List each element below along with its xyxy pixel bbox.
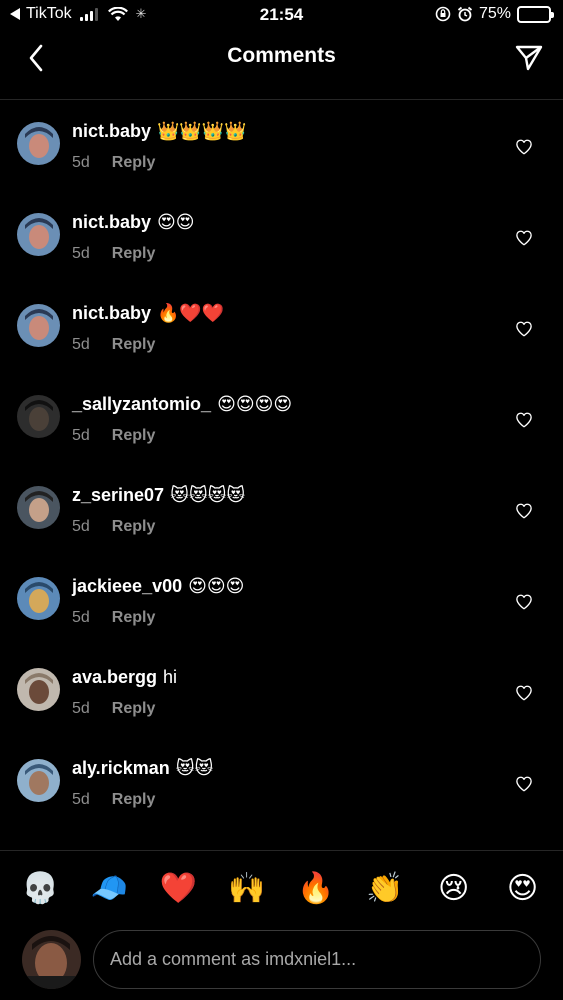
my-avatar xyxy=(22,930,81,989)
emoji-button[interactable]: 😢 xyxy=(429,864,479,914)
reply-button[interactable]: Reply xyxy=(112,609,156,627)
comment-meta: 5d Reply xyxy=(72,336,155,354)
comment-age: 5d xyxy=(72,791,90,808)
comment-row: aly.rickman 😻😻 5d Reply xyxy=(0,737,563,828)
comment-age: 5d xyxy=(72,700,90,717)
comment-line: aly.rickman 😻😻 xyxy=(72,758,213,779)
reply-button[interactable]: Reply xyxy=(112,154,156,172)
like-heart-icon[interactable] xyxy=(515,138,533,156)
comment-row: z_serine07 😻😻😻😻 5d Reply xyxy=(0,464,563,555)
comment-line: z_serine07 😻😻😻😻 xyxy=(72,485,245,506)
comment-meta: 5d Reply xyxy=(72,518,155,536)
comment-text: 😍😍😍 xyxy=(188,576,245,596)
like-heart-icon[interactable] xyxy=(515,229,533,247)
comment-text: hi xyxy=(163,667,178,687)
reply-button[interactable]: Reply xyxy=(112,700,156,718)
comment-text: 👑👑👑👑 xyxy=(157,121,247,141)
like-heart-icon[interactable] xyxy=(515,775,533,793)
page-title: Comments xyxy=(227,44,336,67)
comment-meta: 5d Reply xyxy=(72,609,155,627)
reply-button[interactable]: Reply xyxy=(112,427,156,445)
orientation-lock-icon xyxy=(435,6,451,22)
comment-line: nict.baby 🔥❤️❤️ xyxy=(72,303,224,324)
comment-username[interactable]: nict.baby xyxy=(72,212,151,233)
emoji-button[interactable]: 🔥 xyxy=(291,864,341,914)
status-right: 75% xyxy=(435,5,554,23)
reply-button[interactable]: Reply xyxy=(112,791,156,809)
comment-row: ava.bergg hi 5d Reply xyxy=(0,646,563,737)
comment-line: ava.bergg hi xyxy=(72,667,177,688)
emoji-quick-bar: 💀 🧢 ❤️ 🙌 🔥 👏 😢 😍 xyxy=(0,850,563,926)
comment-age: 5d xyxy=(72,336,90,353)
comments-list[interactable]: nict.baby 👑👑👑👑 5d Reply nict.baby 😍😍 5d … xyxy=(0,100,563,850)
comment-row: _sallyzantomio_ 😍😍😍😍 5d Reply xyxy=(0,373,563,464)
comment-meta: 5d Reply xyxy=(72,245,155,263)
comment-text: 🔥❤️❤️ xyxy=(157,303,225,323)
comment-row: jackieee_v00 😍😍😍 5d Reply xyxy=(0,555,563,646)
comment-text: 😍😍😍😍 xyxy=(217,394,293,414)
comment-username[interactable]: jackieee_v00 xyxy=(72,576,182,597)
comment-username[interactable]: nict.baby xyxy=(72,303,151,324)
comment-username[interactable]: z_serine07 xyxy=(72,485,164,506)
battery-icon xyxy=(517,5,554,23)
comment-avatar[interactable] xyxy=(17,213,60,256)
comment-avatar[interactable] xyxy=(17,577,60,620)
like-heart-icon[interactable] xyxy=(515,320,533,338)
emoji-button[interactable]: 🧢 xyxy=(84,864,134,914)
comment-avatar[interactable] xyxy=(17,759,60,802)
alarm-icon xyxy=(457,6,473,22)
paper-plane-icon xyxy=(515,45,543,71)
comment-text: 😻😻 xyxy=(175,758,214,778)
reply-button[interactable]: Reply xyxy=(112,518,156,536)
comment-line: nict.baby 😍😍 xyxy=(72,212,195,233)
like-heart-icon[interactable] xyxy=(515,411,533,429)
emoji-button[interactable]: 🙌 xyxy=(222,864,272,914)
comment-age: 5d xyxy=(72,609,90,626)
battery-percent: 75% xyxy=(478,5,511,22)
comment-line: jackieee_v00 😍😍😍 xyxy=(72,576,244,597)
comment-line: nict.baby 👑👑👑👑 xyxy=(72,121,247,142)
comment-row: nict.baby 😍😍 5d Reply xyxy=(0,191,563,282)
comment-username[interactable]: _sallyzantomio_ xyxy=(72,394,211,415)
comment-text: 😻😻😻😻 xyxy=(170,485,246,505)
comment-username[interactable]: aly.rickman xyxy=(72,758,170,779)
share-button[interactable] xyxy=(509,38,549,78)
comment-avatar[interactable] xyxy=(17,668,60,711)
comment-composer xyxy=(0,926,563,1000)
comment-text: 😍😍 xyxy=(157,212,195,232)
comment-username[interactable]: ava.bergg xyxy=(72,667,157,688)
comment-avatar[interactable] xyxy=(17,304,60,347)
emoji-button[interactable]: 😍 xyxy=(498,864,548,914)
comment-age: 5d xyxy=(72,245,90,262)
comment-row: nict.baby 👑👑👑👑 5d Reply xyxy=(0,100,563,191)
header: Comments xyxy=(0,30,563,86)
comment-row: nict.baby 🔥❤️❤️ 5d Reply xyxy=(0,282,563,373)
comment-line: _sallyzantomio_ 😍😍😍😍 xyxy=(72,394,292,415)
reply-button[interactable]: Reply xyxy=(112,336,156,354)
comment-input[interactable] xyxy=(93,930,541,989)
comment-age: 5d xyxy=(72,427,90,444)
comment-avatar[interactable] xyxy=(17,395,60,438)
like-heart-icon[interactable] xyxy=(515,593,533,611)
comment-age: 5d xyxy=(72,154,90,171)
emoji-button[interactable]: 💀 xyxy=(15,864,65,914)
comment-meta: 5d Reply xyxy=(72,154,155,172)
comment-meta: 5d Reply xyxy=(72,791,155,809)
reply-button[interactable]: Reply xyxy=(112,245,156,263)
comment-avatar[interactable] xyxy=(17,122,60,165)
comment-avatar[interactable] xyxy=(17,486,60,529)
like-heart-icon[interactable] xyxy=(515,502,533,520)
like-heart-icon[interactable] xyxy=(515,684,533,702)
emoji-button[interactable]: 👏 xyxy=(360,864,410,914)
comment-username[interactable]: nict.baby xyxy=(72,121,151,142)
emoji-button[interactable]: ❤️ xyxy=(153,864,203,914)
comment-age: 5d xyxy=(72,518,90,535)
status-bar: TikTok ✳ 21:54 75% xyxy=(0,0,563,30)
comment-meta: 5d Reply xyxy=(72,427,155,445)
comment-meta: 5d Reply xyxy=(72,700,155,718)
